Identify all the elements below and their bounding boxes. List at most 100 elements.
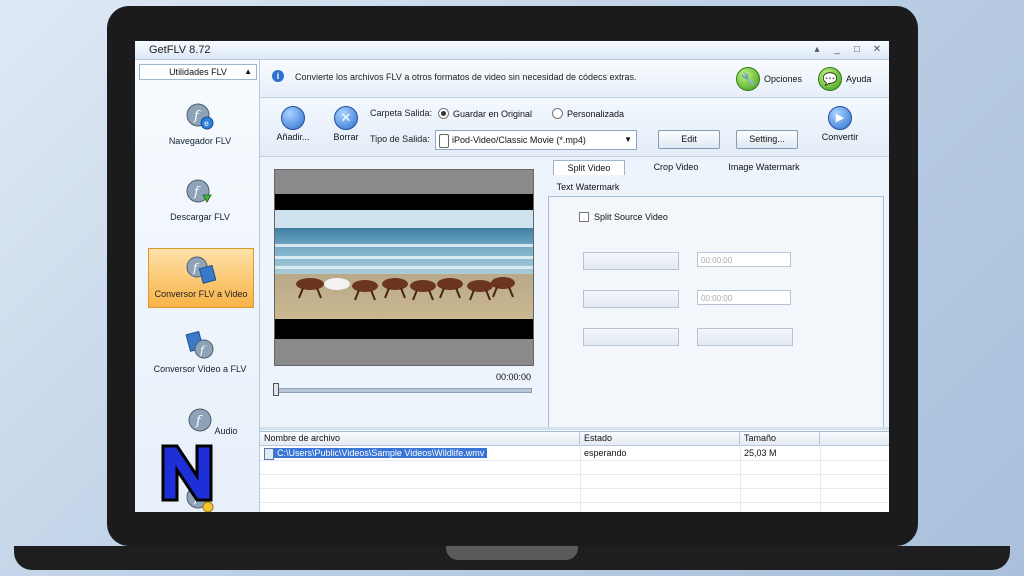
dropdown-arrow-icon: ▲ (244, 67, 252, 76)
tab-split-video[interactable]: Split Video (553, 160, 625, 175)
sidebar-item-label: Navegador FLV (168, 136, 232, 146)
radio-selected-icon (438, 108, 449, 119)
grid-vline (740, 445, 741, 512)
end-time-input[interactable]: 00:00:00 (697, 290, 791, 305)
split-reset-button[interactable] (697, 328, 793, 346)
close-button[interactable]: ✕ (871, 44, 883, 55)
save-original-label: Guardar en Original (453, 108, 533, 119)
column-size[interactable]: Tamaño (740, 432, 820, 445)
app-title: GetFLV 8.72 (149, 44, 211, 56)
video-wave (275, 266, 533, 269)
seek-slider-thumb[interactable] (273, 383, 279, 396)
tab-crop-video[interactable]: Crop Video (643, 162, 709, 172)
checkbox-icon (579, 212, 589, 222)
wrench-icon: 🔧 (736, 67, 760, 91)
split-action-button[interactable] (583, 328, 679, 346)
grid-vline (820, 445, 821, 512)
tab-image-watermark[interactable]: Image Watermark (724, 162, 804, 172)
app-window: GetFLV 8.72 ▴ _ □ ✕ Utilidades FLV ▲ f e… (135, 41, 889, 512)
convert-button[interactable]: ▶ Convertir (820, 106, 860, 142)
split-video-panel: Split Source Video 00:00:00 00:00:00 (548, 196, 884, 428)
sidebar-item-conversor-flv-video[interactable]: f Conversor FLV a Video (148, 248, 254, 308)
title-bar: GetFLV 8.72 ▴ _ □ ✕ (135, 41, 889, 60)
grid-line (260, 474, 889, 475)
horses-image (296, 277, 515, 301)
output-type-select[interactable]: iPod-Video/Classic Movie (*.mp4) ▼ (435, 130, 637, 150)
set-end-button[interactable] (583, 290, 679, 308)
video-wave (275, 244, 533, 247)
file-list-header: Nombre de archivo Estado Tamaño (260, 432, 889, 446)
sidebar-item-navegador[interactable]: f e Navegador FLV (148, 96, 252, 154)
setting-button[interactable]: Setting... (736, 130, 798, 149)
delete-button[interactable]: ✕ Borrar (326, 106, 366, 142)
file-path-cell: C:\Users\Public\Videos\Sample Videos\Wil… (274, 446, 488, 460)
maximize-button[interactable]: □ (851, 44, 863, 55)
delete-x-icon: ✕ (334, 106, 358, 130)
column-status[interactable]: Estado (580, 432, 740, 445)
sidebar-dropdown-label: Utilidades FLV (169, 67, 227, 77)
add-file-icon (281, 106, 305, 130)
grid-line (260, 502, 889, 503)
minimize-button[interactable]: _ (831, 44, 843, 55)
window-controls: ▴ _ □ ✕ (811, 44, 883, 55)
split-source-label: Split Source Video (594, 212, 668, 222)
svg-text:e: e (204, 119, 209, 128)
ipod-icon (439, 134, 449, 148)
options-label: Opciones (764, 74, 803, 84)
add-button[interactable]: Añadir... (273, 106, 313, 142)
custom-folder-radio[interactable]: Personalizada (552, 108, 624, 119)
sidebar-item-descargar[interactable]: f Descargar FLV (148, 172, 252, 230)
column-filename[interactable]: Nombre de archivo (260, 432, 580, 445)
toolbar: Añadir... ✕ Borrar Carpeta Salida: Guard… (260, 98, 889, 157)
laptop-notch (446, 546, 578, 560)
info-bar: i Convierte los archivos FLV a otros for… (260, 60, 889, 98)
options-button[interactable]: 🔧 Opciones (736, 67, 802, 91)
output-type-label: Tipo de Salida: (370, 134, 430, 144)
file-path: C:\Users\Public\Videos\Sample Videos\Wil… (274, 448, 488, 458)
set-start-button[interactable] (583, 252, 679, 270)
splitter[interactable] (260, 427, 889, 430)
split-source-checkbox[interactable]: Split Source Video (579, 212, 668, 222)
radio-unselected-icon (552, 108, 563, 119)
file-icon (264, 448, 274, 460)
file-size: 25,03 M (744, 448, 777, 458)
delete-label: Borrar (333, 132, 359, 142)
collapse-button[interactable]: ▴ (811, 44, 823, 55)
table-row[interactable]: C:\Users\Public\Videos\Sample Videos\Wil… (260, 446, 889, 460)
overlay-n-logo (161, 444, 213, 502)
file-list: Nombre de archivo Estado Tamaño C:\Users… (260, 431, 889, 512)
sidebar-item-label: Conversor FLV a Video (154, 289, 248, 299)
flv-browser-icon: f e (186, 103, 214, 130)
tab-text-watermark[interactable]: Text Watermark (553, 182, 623, 192)
play-icon: ▶ (828, 106, 852, 130)
sidebar: Utilidades FLV ▲ f e Navegador FLV f Des… (135, 60, 260, 512)
flv-audio-icon: f (188, 408, 212, 432)
video-to-flv-icon: f (185, 330, 214, 359)
grid-line (260, 488, 889, 489)
preview-time: 00:00:00 (496, 372, 532, 382)
sidebar-item-label: Conversor Video a FLV (153, 364, 247, 374)
sidebar-item-label: Audio (214, 426, 238, 436)
output-folder-label: Carpeta Salida: (370, 108, 433, 118)
info-icon: i (272, 70, 284, 82)
custom-label: Personalizada (567, 108, 625, 119)
save-original-radio[interactable]: Guardar en Original (438, 108, 532, 119)
add-label: Añadir... (276, 132, 310, 142)
file-status: esperando (584, 448, 627, 458)
edit-button[interactable]: Edit (658, 130, 720, 149)
help-button[interactable]: 💬 Ayuda (818, 67, 871, 91)
video-frame (275, 194, 533, 339)
grid-vline (580, 445, 581, 512)
sidebar-dropdown[interactable]: Utilidades FLV ▲ (139, 64, 257, 80)
output-type-value: iPod-Video/Classic Movie (*.mp4) (452, 135, 586, 145)
video-preview (274, 169, 534, 366)
chevron-down-icon: ▼ (624, 135, 632, 144)
seek-slider[interactable] (274, 388, 532, 393)
start-time-input[interactable]: 00:00:00 (697, 252, 791, 267)
edit-tabs: Split Video Crop Video Image Watermark T… (548, 156, 884, 428)
info-text: Convierte los archivos FLV a otros forma… (295, 72, 637, 82)
convert-label: Convertir (821, 132, 859, 142)
video-wave (275, 256, 533, 259)
flv-to-video-icon: f (186, 256, 216, 284)
sidebar-item-conversor-video-flv[interactable]: f Conversor Video a FLV (148, 324, 252, 382)
